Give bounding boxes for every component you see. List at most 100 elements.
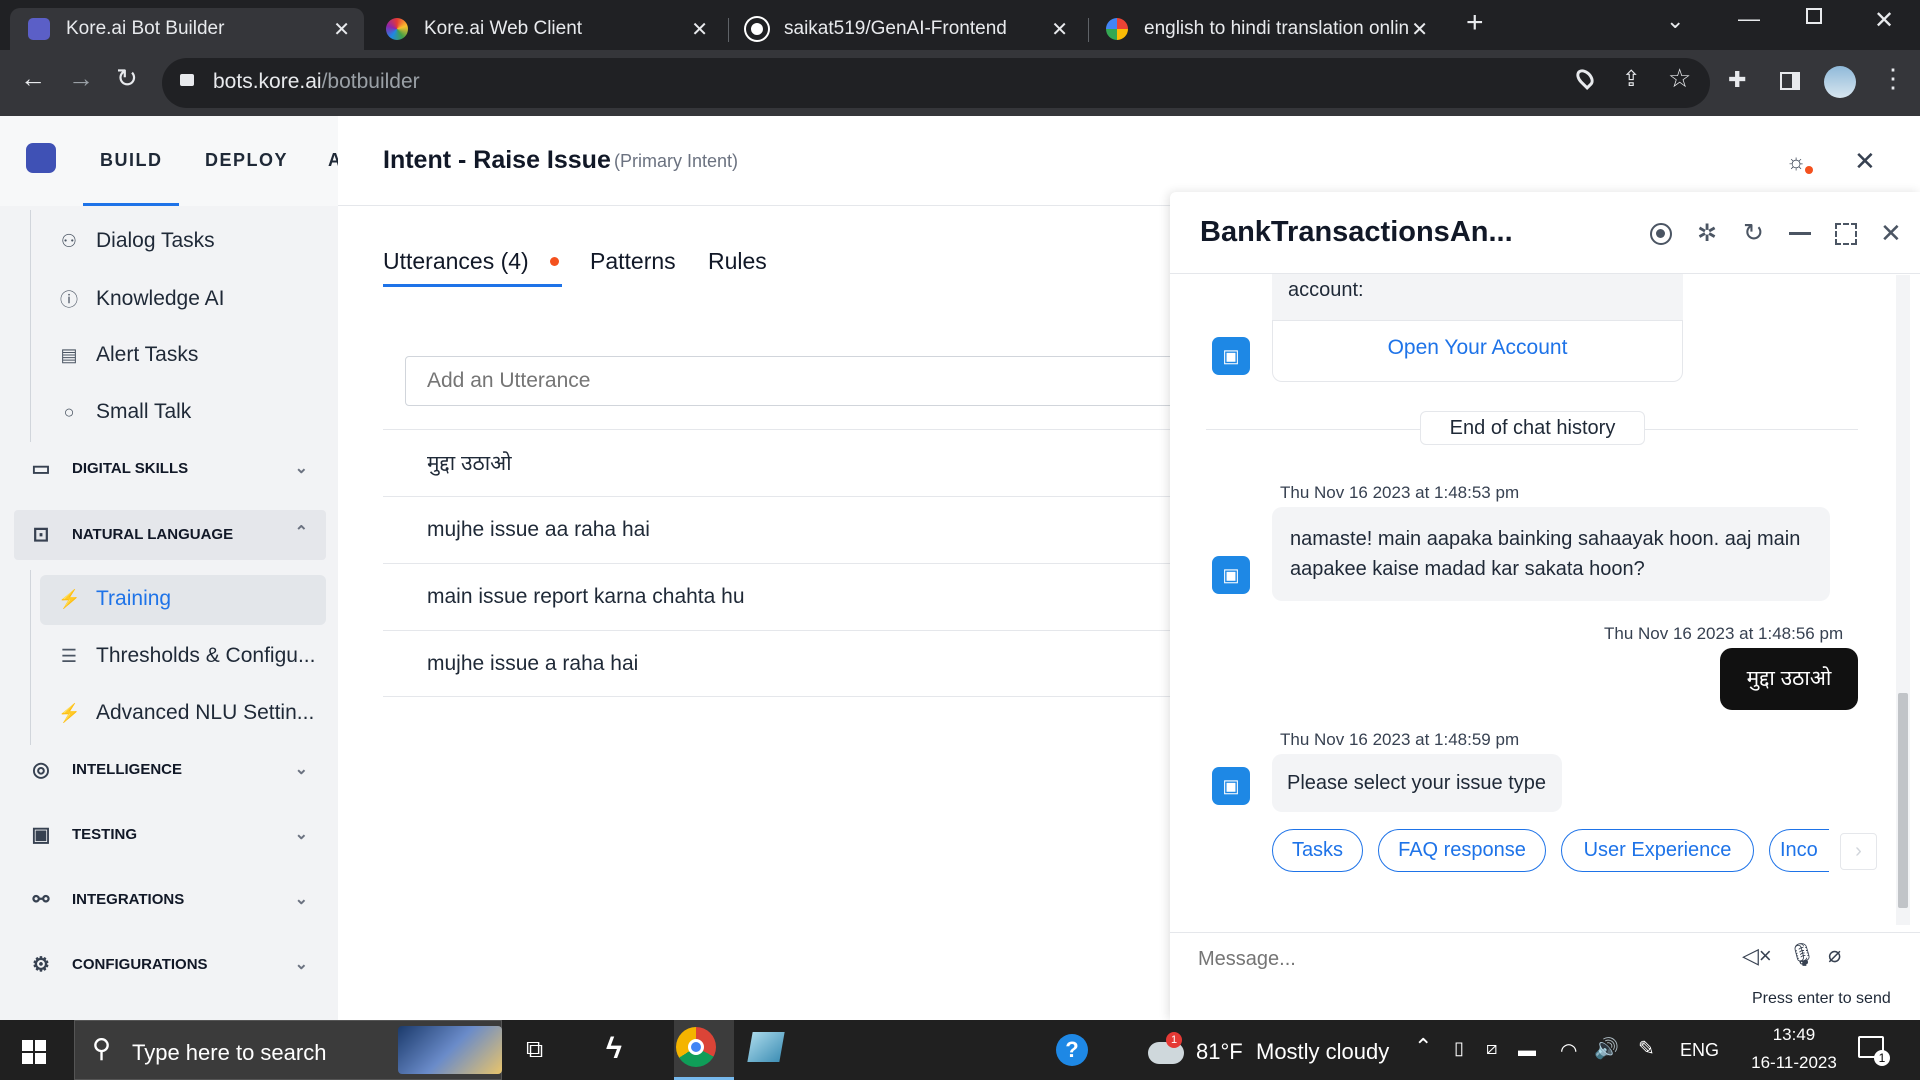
sidebar-item-thresholds[interactable]: ☰ Thresholds & Configu... <box>58 644 316 668</box>
notification-dot <box>1805 166 1813 174</box>
utterance-row[interactable]: main issue report karna chahta hu <box>383 563 1173 630</box>
tab-github[interactable]: saikat519/GenAI-Frontend ✕ <box>728 8 1082 50</box>
thresholds-icon: ☰ <box>60 645 78 666</box>
windows-start-icon[interactable] <box>22 1040 46 1064</box>
tab-search-chevron-icon[interactable]: ⌄ <box>1666 8 1684 34</box>
quick-reply-tasks[interactable]: Tasks <box>1272 829 1363 872</box>
weather-temp[interactable]: 81°F <box>1196 1039 1243 1065</box>
chevron-down-icon: ⌄ <box>294 891 308 908</box>
task-view-icon[interactable]: ⧉ <box>526 1036 543 1064</box>
reload-icon[interactable]: ↻ <box>116 63 138 94</box>
tab-kore-web-client[interactable]: Kore.ai Web Client ✕ <box>368 8 722 50</box>
chevron-right-icon[interactable]: › <box>1840 833 1877 870</box>
tray-icon-2[interactable]: ⧄ <box>1486 1038 1497 1059</box>
restore-window-icon[interactable] <box>1806 8 1822 24</box>
close-tab-icon[interactable]: ✕ <box>691 17 708 42</box>
side-panel-icon[interactable] <box>1780 72 1800 90</box>
tab-kore-bot-builder[interactable]: Kore.ai Bot Builder ✕ <box>10 8 364 50</box>
sidebar-section-digital-skills[interactable]: ▭ DIGITAL SKILLS ⌄ <box>28 456 318 480</box>
app-s-icon[interactable]: ϟ <box>606 1032 622 1066</box>
close-tab-icon[interactable]: ✕ <box>1051 17 1068 42</box>
sidebar-item-training[interactable]: ⚡ Training <box>58 587 171 611</box>
chat-scrollbar-thumb[interactable] <box>1898 693 1908 908</box>
sidebar-item-alert-tasks[interactable]: ▤ Alert Tasks <box>58 343 198 367</box>
help-icon[interactable]: ? <box>1056 1034 1088 1066</box>
chevron-down-icon: ⌄ <box>294 826 308 843</box>
close-tab-icon[interactable]: ✕ <box>333 17 350 42</box>
close-chat-icon[interactable]: ✕ <box>1880 218 1902 249</box>
browser-menu-icon[interactable]: ⋮ <box>1880 63 1906 94</box>
tray-chevron-up-icon[interactable]: ⌃ <box>1414 1034 1432 1060</box>
close-tab-icon[interactable]: ✕ <box>1411 17 1428 42</box>
sidebar-item-advanced-nlu[interactable]: ⚡ Advanced NLU Settin... <box>58 701 314 725</box>
tab-utterances[interactable]: Utterances (4) <box>383 248 529 275</box>
volume-icon[interactable]: 🔊 <box>1594 1036 1619 1061</box>
quick-reply-partial[interactable]: Inco <box>1769 829 1829 872</box>
tab-google-translate[interactable]: english to hindi translation onlin ✕ <box>1088 8 1442 50</box>
bot-message: namaste! main aapaka bainking sahaayak h… <box>1272 507 1830 601</box>
lock-icon[interactable] <box>180 74 194 86</box>
record-icon[interactable] <box>1650 223 1672 245</box>
kore-logo-icon[interactable] <box>26 143 56 173</box>
back-icon[interactable]: ← <box>20 63 46 94</box>
close-intent-icon[interactable]: ✕ <box>1854 146 1876 177</box>
lightbulb-icon[interactable]: ☼ <box>1786 149 1806 175</box>
sidebar-section-natural-language[interactable]: ⊡ NATURAL LANGUAGE ⌃ <box>28 522 318 546</box>
minimize-window-icon[interactable]: — <box>1738 6 1760 32</box>
share-icon[interactable]: ⇪ <box>1622 66 1640 92</box>
nav-deploy[interactable]: DEPLOY <box>205 150 288 171</box>
utterance-text: mujhe issue a raha hai <box>427 651 639 675</box>
tab-rules[interactable]: Rules <box>708 248 767 275</box>
wifi-icon[interactable]: ◠ <box>1560 1038 1577 1063</box>
battery-icon[interactable]: ▬ <box>1518 1040 1536 1061</box>
tab-label: saikat519/GenAI-Frontend <box>784 18 1007 39</box>
quick-reply-faq[interactable]: FAQ response <box>1378 829 1546 872</box>
utterance-row[interactable]: mujhe issue aa raha hai <box>383 496 1173 563</box>
extensions-icon[interactable]: ✚ <box>1728 67 1746 93</box>
pen-icon[interactable]: ✎ <box>1638 1036 1655 1061</box>
mute-icon[interactable]: ◁× <box>1742 943 1772 969</box>
account-card-text: account: <box>1288 279 1364 301</box>
url-text[interactable]: bots.kore.ai/botbuilder <box>213 70 420 94</box>
forward-icon[interactable]: → <box>68 63 94 94</box>
testing-icon: ▣ <box>31 823 51 846</box>
refresh-icon[interactable]: ↻ <box>1743 218 1764 248</box>
sidebar-section-intelligence[interactable]: ◎ INTELLIGENCE ⌄ <box>28 757 318 781</box>
notepad-icon[interactable] <box>747 1032 785 1062</box>
close-window-icon[interactable]: ✕ <box>1874 6 1894 35</box>
open-account-button[interactable]: Open Your Account <box>1272 336 1683 360</box>
sidebar-section-testing[interactable]: ▣ TESTING ⌄ <box>28 822 318 846</box>
github-icon <box>746 18 768 40</box>
expand-chat-icon[interactable] <box>1835 223 1857 245</box>
weather-text[interactable]: Mostly cloudy <box>1256 1039 1389 1065</box>
message-input[interactable] <box>1198 944 1728 974</box>
profile-avatar[interactable] <box>1824 66 1856 98</box>
utterance-row[interactable]: मुद्दा उठाओ <box>383 429 1173 496</box>
nav-build[interactable]: BUILD <box>100 150 163 171</box>
debug-icon[interactable]: ✲ <box>1697 219 1717 248</box>
sidebar-item-label: Knowledge AI <box>96 287 225 310</box>
sidebar-section-integrations[interactable]: ⚯ INTEGRATIONS ⌄ <box>28 887 318 911</box>
bookmark-star-icon[interactable]: ☆ <box>1668 63 1691 94</box>
utterance-input[interactable] <box>405 356 1195 406</box>
end-of-history-label: End of chat history <box>1420 411 1645 445</box>
minimize-chat-icon[interactable] <box>1789 232 1811 235</box>
new-tab-icon[interactable]: + <box>1466 6 1484 40</box>
quick-reply-user-experience[interactable]: User Experience <box>1561 829 1754 872</box>
clock-time[interactable]: 13:49 <box>1756 1025 1832 1045</box>
sidebar-section-configurations[interactable]: ⚙ CONFIGURATIONS ⌄ <box>28 952 318 976</box>
attachment-icon[interactable]: ⌀ <box>1828 942 1841 968</box>
sidebar-item-knowledge-ai[interactable]: ⓘ Knowledge AI <box>58 286 224 312</box>
tray-icon-1[interactable]: ▯ <box>1454 1038 1464 1059</box>
tree-line <box>30 570 31 745</box>
tab-patterns[interactable]: Patterns <box>590 248 676 275</box>
sidebar-item-dialog-tasks[interactable]: ⚇ Dialog Tasks <box>58 229 215 253</box>
section-label: TESTING <box>72 825 138 843</box>
utterance-row[interactable]: mujhe issue a raha hai <box>383 630 1173 697</box>
language-indicator[interactable]: ENG <box>1680 1040 1719 1061</box>
clock-date[interactable]: 16-11-2023 <box>1736 1053 1852 1073</box>
chevron-down-icon: ⌄ <box>294 956 308 973</box>
microphone-icon[interactable]: 🎙 <box>1788 942 1816 968</box>
sidebar-item-small-talk[interactable]: ○ Small Talk <box>58 400 192 424</box>
nav-analyze[interactable]: A <box>328 150 338 171</box>
